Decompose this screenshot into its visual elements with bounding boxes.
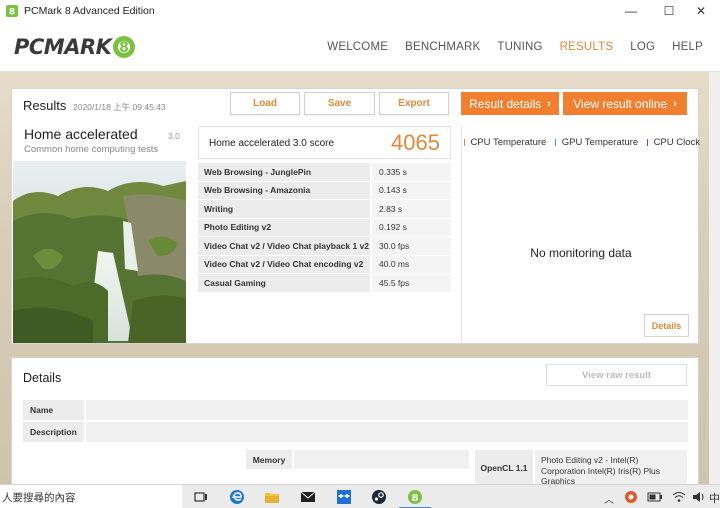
volume-icon[interactable] bbox=[690, 488, 708, 506]
subscore-value: 40.0 ms bbox=[372, 255, 451, 273]
score-box: Home accelerated 3.0 score 4065 bbox=[198, 126, 451, 159]
svg-text:8: 8 bbox=[9, 8, 15, 18]
table-row: Writing 2.83 s bbox=[198, 200, 451, 219]
load-button[interactable]: Load bbox=[230, 92, 300, 115]
subscore-value: 2.83 s bbox=[372, 200, 451, 218]
pcmark-logo: PCMARK 8 bbox=[14, 34, 139, 60]
mail-icon[interactable] bbox=[299, 488, 317, 506]
title-bar: 8 PCMark 8 Advanced Edition — ☐ ✕ bbox=[0, 0, 720, 22]
memory-label: Memory bbox=[246, 450, 292, 469]
legend-gpu-temperature[interactable]: GPU Temperature bbox=[562, 137, 638, 148]
record-icon[interactable] bbox=[622, 488, 640, 506]
description-value bbox=[86, 422, 688, 442]
subscore-name: Video Chat v2 / Video Chat playback 1 v2 bbox=[198, 237, 370, 255]
chevron-right-icon: › bbox=[547, 97, 551, 110]
file-explorer-icon[interactable] bbox=[263, 488, 281, 506]
legend-cpu-clock[interactable]: CPU Clock bbox=[654, 137, 700, 148]
window-title: PCMark 8 Advanced Edition bbox=[24, 5, 155, 17]
view-online-button[interactable]: View result online › bbox=[563, 92, 687, 115]
task-view-icon[interactable] bbox=[192, 488, 210, 506]
description-label: Description bbox=[23, 422, 84, 442]
minimize-button[interactable]: — bbox=[612, 0, 650, 22]
wifi-icon[interactable] bbox=[670, 488, 688, 506]
view-raw-result-button[interactable]: View raw result bbox=[546, 364, 687, 386]
main-nav: WELCOME BENCHMARK TUNING RESULTS LOG HEL… bbox=[327, 22, 720, 72]
save-button[interactable]: Save bbox=[304, 92, 375, 115]
pcmark-taskbar-icon[interactable]: 8 bbox=[406, 488, 424, 506]
name-value bbox=[86, 400, 688, 420]
nav-results[interactable]: RESULTS bbox=[560, 41, 614, 53]
legend-cpu-temperature[interactable]: CPU Temperature bbox=[470, 137, 546, 148]
result-details-label: Result details bbox=[469, 96, 542, 111]
name-label: Name bbox=[23, 400, 84, 420]
description-row: Description bbox=[23, 422, 688, 442]
logo-text: PCMARK bbox=[14, 35, 112, 59]
svg-text:8: 8 bbox=[412, 493, 419, 504]
taskbar: 人要搜尋的內容 8 ︿ 中 bbox=[0, 484, 720, 508]
no-monitoring-data: No monitoring data bbox=[530, 246, 632, 260]
table-row: Web Browsing - JunglePin 0.335 s bbox=[198, 163, 451, 182]
monitoring-panel: CPU Temperature GPU Temperature CPU Cloc… bbox=[461, 126, 700, 344]
dropbox-icon[interactable] bbox=[335, 488, 353, 506]
name-row: Name bbox=[23, 400, 688, 420]
subscore-name: Casual Gaming bbox=[198, 274, 370, 292]
results-panel: Results 2020/1/18 上午 09:45:43 Load Save … bbox=[11, 88, 700, 344]
nav-help[interactable]: HELP bbox=[672, 41, 703, 53]
nav-log[interactable]: LOG bbox=[630, 41, 655, 53]
results-title: Results bbox=[23, 98, 67, 113]
table-row: Video Chat v2 / Video Chat encoding v2 40… bbox=[198, 255, 451, 274]
app-header: PCMARK 8 WELCOME BENCHMARK TUNING RESULT… bbox=[0, 22, 720, 72]
opencl-label: OpenCL 1.1 bbox=[475, 450, 533, 486]
results-header: Results 2020/1/18 上午 09:45:43 Load Save … bbox=[12, 89, 700, 121]
edge-browser-icon[interactable] bbox=[228, 488, 246, 506]
subscore-name: Photo Editing v2 bbox=[198, 218, 370, 236]
battery-icon[interactable] bbox=[646, 488, 664, 506]
subscore-value: 0.335 s bbox=[372, 163, 451, 181]
test-name: Home accelerated bbox=[24, 126, 138, 142]
nav-benchmark[interactable]: BENCHMARK bbox=[405, 41, 480, 53]
export-button[interactable]: Export bbox=[379, 92, 449, 115]
monitoring-details-button[interactable]: Details bbox=[644, 314, 689, 337]
details-title: Details bbox=[23, 371, 62, 385]
score-label: Home accelerated 3.0 score bbox=[209, 138, 335, 149]
nav-tuning[interactable]: TUNING bbox=[497, 41, 542, 53]
subscore-name: Web Browsing - JunglePin bbox=[198, 163, 370, 181]
details-panel: Details View raw result Name Description… bbox=[11, 357, 699, 487]
logo-badge-text: 8 bbox=[120, 40, 130, 56]
subscore-value: 0.192 s bbox=[372, 218, 451, 236]
pcmark-app-icon: 8 bbox=[6, 5, 18, 17]
monitoring-legend: CPU Temperature GPU Temperature CPU Cloc… bbox=[462, 136, 700, 148]
view-online-label: View result online bbox=[573, 96, 668, 111]
nav-welcome[interactable]: WELCOME bbox=[327, 41, 388, 53]
subscore-name: Web Browsing - Amazonia bbox=[198, 181, 370, 199]
logo-badge-icon: 8 bbox=[113, 36, 136, 58]
subscore-table: Web Browsing - JunglePin 0.335 s Web Brow… bbox=[198, 163, 451, 293]
waterfall-photo bbox=[13, 161, 186, 343]
table-row: Video Chat v2 / Video Chat playback 1 v2… bbox=[198, 237, 451, 256]
memory-value bbox=[294, 450, 469, 469]
close-button[interactable]: ✕ bbox=[682, 0, 720, 22]
subscore-value: 45.5 fps bbox=[372, 274, 451, 292]
result-details-button[interactable]: Result details › bbox=[461, 92, 559, 115]
score-value: 4065 bbox=[391, 130, 440, 155]
subscore-value: 30.0 fps bbox=[372, 237, 451, 255]
subscore-name: Video Chat v2 / Video Chat encoding v2 bbox=[198, 255, 370, 273]
ime-indicator[interactable]: 中 bbox=[709, 490, 720, 506]
results-date: 2020/1/18 上午 09:45:43 bbox=[73, 102, 166, 112]
chevron-up-icon[interactable]: ︿ bbox=[600, 489, 618, 507]
subscore-value: 0.143 s bbox=[372, 181, 451, 199]
test-version: 3.0 bbox=[168, 131, 180, 141]
table-row: Casual Gaming 45.5 fps bbox=[198, 274, 451, 293]
subscore-name: Writing bbox=[198, 200, 370, 218]
test-subtitle: Common home computing tests bbox=[24, 144, 159, 155]
table-row: Web Browsing - Amazonia 0.143 s bbox=[198, 181, 451, 200]
table-row: Photo Editing v2 0.192 s bbox=[198, 218, 451, 237]
vertical-scrollbar[interactable] bbox=[709, 72, 720, 484]
chevron-right-icon: › bbox=[673, 97, 677, 110]
steam-icon[interactable] bbox=[370, 488, 388, 506]
taskbar-search-box[interactable]: 人要搜尋的內容 bbox=[0, 485, 182, 508]
opencl-value: Photo Editing v2 - Intel(R) Corporation … bbox=[535, 450, 687, 486]
